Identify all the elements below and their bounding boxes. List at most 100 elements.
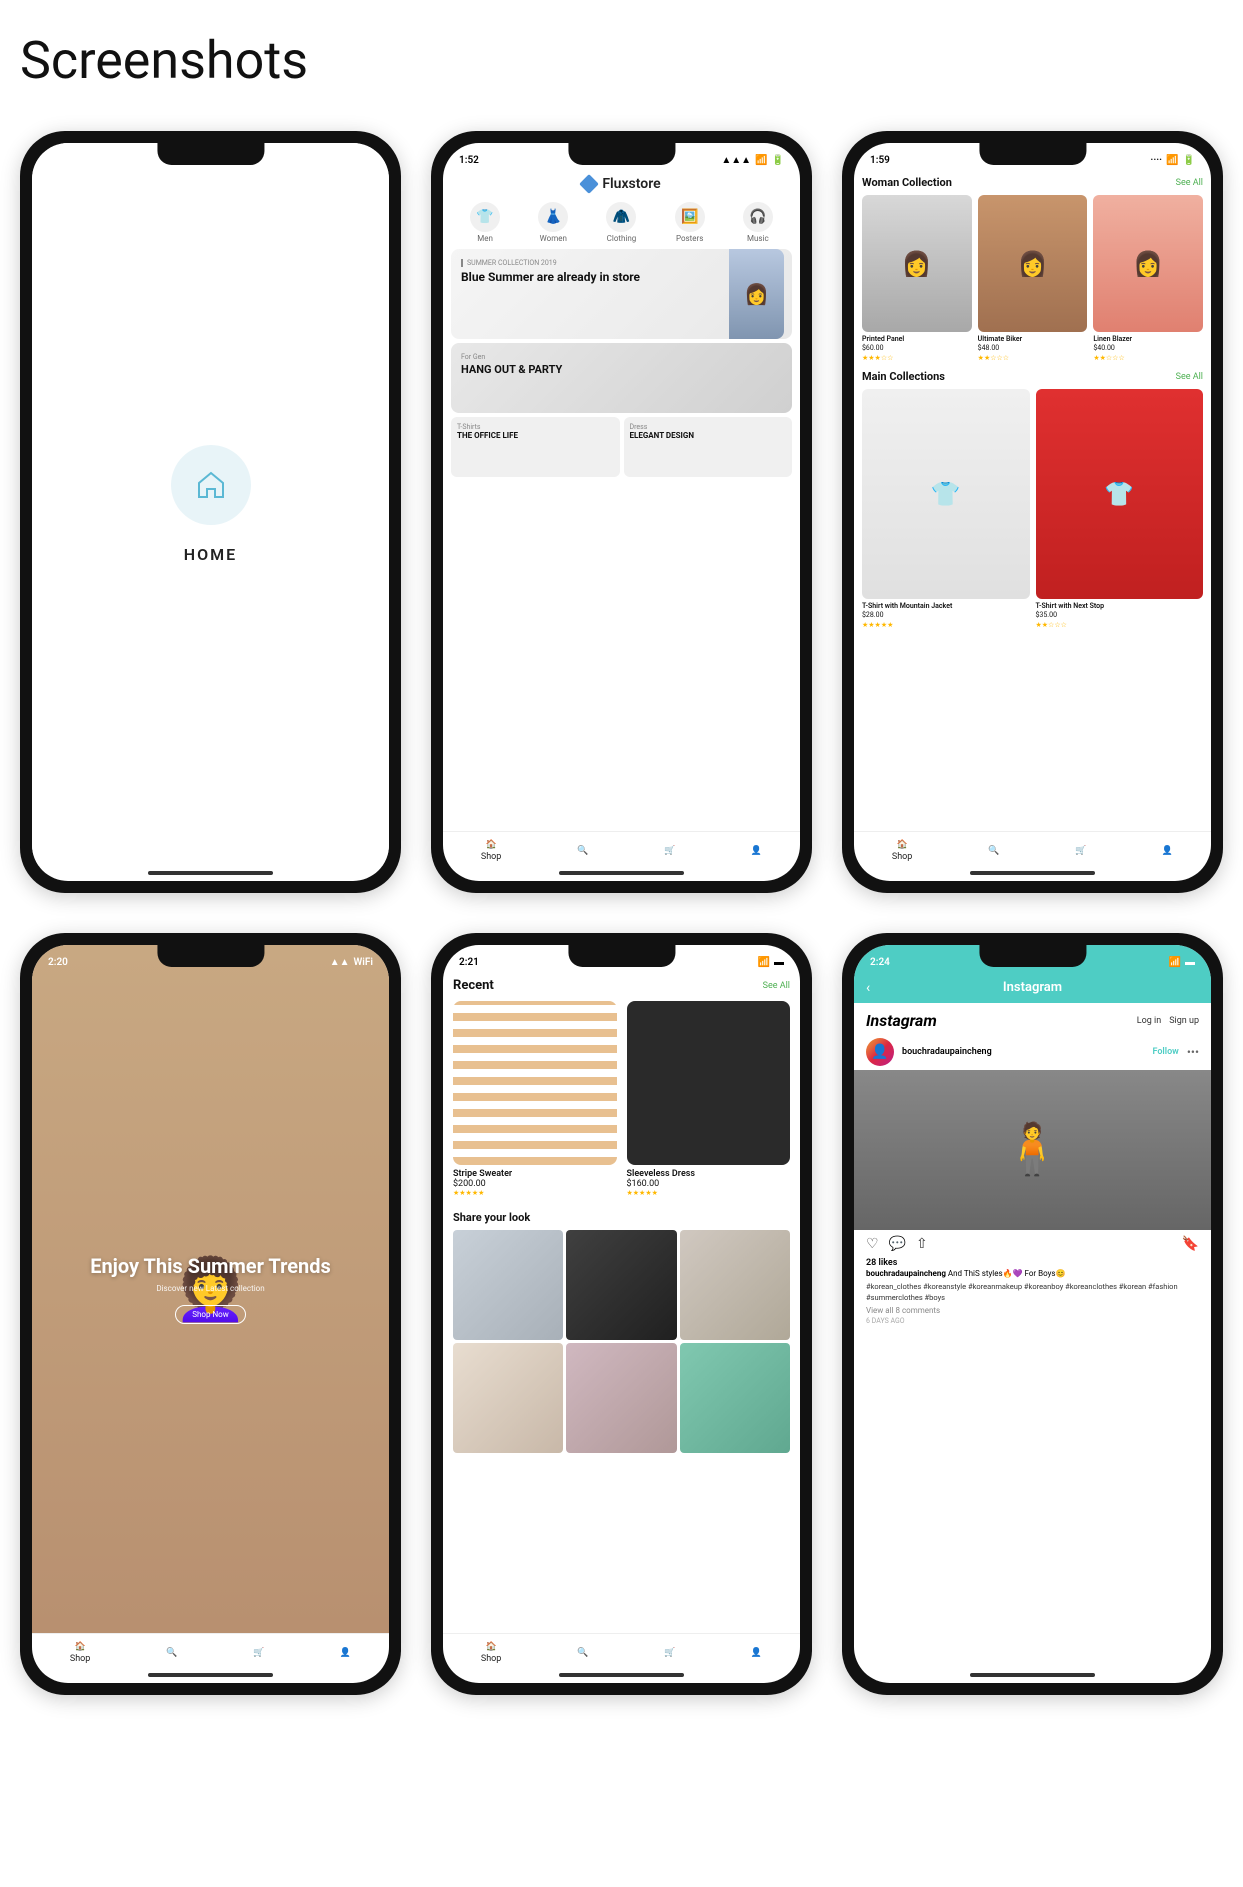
- insta-signup-btn[interactable]: Sign up: [1169, 1016, 1199, 1026]
- bottom-nav-2: 🏠 Shop 🔍 🛒 👤: [443, 831, 800, 866]
- insta-view-comments[interactable]: View all 8 comments: [854, 1306, 1211, 1317]
- nav-profile-2[interactable]: 👤: [751, 846, 762, 856]
- woman-see-all[interactable]: See All: [1176, 178, 1203, 188]
- share-grid: [453, 1230, 790, 1454]
- share-img-5[interactable]: [566, 1343, 676, 1453]
- signal-icon-4: ▲▲: [330, 957, 350, 968]
- nav-search-5[interactable]: 🔍: [577, 1648, 588, 1658]
- ultimate-biker-name: Ultimate Biker: [978, 335, 1088, 343]
- nav-cart-2[interactable]: 🛒: [664, 846, 675, 856]
- battery-icon-5: ▬: [774, 957, 784, 968]
- shop-label-5: Shop: [481, 1654, 502, 1664]
- cat-posters[interactable]: 🖼️ Posters: [675, 202, 705, 243]
- summer-sub: Discover new Latest collection: [156, 1284, 264, 1293]
- insta-likes: 28 likes: [854, 1258, 1211, 1268]
- comment-icon[interactable]: 💬: [889, 1236, 906, 1252]
- screen-summer: 👩‍🦱 Enjoy This Summer Trends Discover ne…: [32, 945, 389, 1633]
- nav-cart-5[interactable]: 🛒: [664, 1648, 675, 1658]
- main-see-all[interactable]: See All: [1176, 372, 1203, 382]
- insta-caption: bouchradaupaincheng And ThiS styles🔥💜 Fo…: [854, 1268, 1211, 1282]
- printed-panel-price: $60.00: [862, 344, 972, 352]
- recent-stripe-sweater[interactable]: Stripe Sweater $200.00 ★★★★★: [453, 1001, 617, 1197]
- nav-shop-3[interactable]: 🏠 Shop: [892, 840, 913, 862]
- ultimate-biker-stars: ★★☆☆☆: [978, 354, 1088, 362]
- share-section: Share your look: [453, 1211, 790, 1454]
- phone-notch-2: [568, 143, 675, 165]
- bookmark-icon[interactable]: 🔖: [1182, 1236, 1199, 1252]
- mini-banner-tshirts[interactable]: T-Shirts THE OFFICE LIFE: [451, 417, 620, 477]
- product-printed-panel[interactable]: 👩 Printed Panel $60.00 ★★★☆☆: [862, 195, 972, 362]
- recent-see-all[interactable]: See All: [763, 981, 790, 991]
- nav-profile-3[interactable]: 👤: [1162, 846, 1173, 856]
- ultimate-biker-img: 👩: [978, 195, 1088, 332]
- linen-blazer-price: $40.00: [1093, 344, 1203, 352]
- nav-shop-2[interactable]: 🏠 Shop: [481, 840, 502, 862]
- cat-men-label: Men: [477, 234, 493, 243]
- product-linen-blazer[interactable]: 👩 Linen Blazer $40.00 ★★☆☆☆: [1093, 195, 1203, 362]
- next-stop-stars: ★★☆☆☆: [1036, 621, 1204, 629]
- banner-hangout[interactable]: For Gen HANG OUT & PARTY: [451, 343, 792, 413]
- nav-search-2[interactable]: 🔍: [577, 846, 588, 856]
- nav-search-3[interactable]: 🔍: [988, 846, 999, 856]
- share-img-6[interactable]: [680, 1343, 790, 1453]
- mini-title-2: ELEGANT DESIGN: [630, 431, 787, 441]
- insta-dots[interactable]: •••: [1187, 1045, 1199, 1059]
- home-bar-3: [970, 871, 1095, 875]
- screen-recent: Recent See All Stripe Sweater $200.00 ★★…: [443, 972, 800, 1633]
- product-next-stop[interactable]: 👕 T-Shirt with Next Stop $35.00 ★★☆☆☆: [1036, 389, 1204, 629]
- back-icon[interactable]: ‹: [866, 980, 870, 996]
- heart-icon[interactable]: ♡: [866, 1236, 879, 1252]
- caption-username[interactable]: bouchradaupaincheng: [866, 1269, 946, 1278]
- cat-music[interactable]: 🎧 Music: [743, 202, 773, 243]
- share-img-2[interactable]: [566, 1230, 676, 1340]
- flux-logo-icon: [579, 174, 599, 194]
- search-icon-2: 🔍: [577, 846, 588, 856]
- flux-title: Fluxstore: [602, 176, 660, 192]
- insta-follow-btn[interactable]: Follow: [1152, 1047, 1178, 1057]
- main-section-header: Main Collections See All: [862, 370, 1203, 383]
- insta-user-row: 👤 bouchradaupaincheng Follow •••: [854, 1034, 1211, 1070]
- flux-content: SUMMER COLLECTION 2019 Blue Summer are a…: [443, 249, 800, 831]
- share-img-3[interactable]: [680, 1230, 790, 1340]
- printed-panel-stars: ★★★☆☆: [862, 354, 972, 362]
- recent-sleeveless-dress[interactable]: Sleeveless Dress $160.00 ★★★★★: [627, 1001, 791, 1197]
- insta-login-btn[interactable]: Log in: [1137, 1016, 1161, 1026]
- nav-profile-4[interactable]: 👤: [340, 1648, 351, 1658]
- status-icons-2: ▲▲▲ 📶 🔋: [721, 155, 784, 166]
- cat-clothing[interactable]: 🧥 Clothing: [606, 202, 636, 243]
- linen-blazer-img: 👩: [1093, 195, 1203, 332]
- cat-women[interactable]: 👗 Women: [538, 202, 568, 243]
- phone-notch-5: [568, 945, 675, 967]
- product-ultimate-biker[interactable]: 👩 Ultimate Biker $48.00 ★★☆☆☆: [978, 195, 1088, 362]
- wifi-icon-6: 📶: [1169, 957, 1181, 968]
- profile-icon-4: 👤: [340, 1648, 351, 1658]
- banner-summer[interactable]: SUMMER COLLECTION 2019 Blue Summer are a…: [451, 249, 792, 339]
- wifi-icon: 📶: [755, 155, 767, 166]
- main-products-row: 👕 T-Shirt with Mountain Jacket $28.00 ★★…: [862, 389, 1203, 629]
- share-icon[interactable]: ⇧: [916, 1236, 928, 1252]
- caption-text: And ThiS styles🔥💜 For Boys😊: [948, 1269, 1066, 1278]
- nav-cart-4[interactable]: 🛒: [253, 1648, 264, 1658]
- share-img-4[interactable]: [453, 1343, 563, 1453]
- woman-products-row: 👩 Printed Panel $60.00 ★★★☆☆ 👩 Ultimate …: [862, 195, 1203, 362]
- search-icon-3: 🔍: [988, 846, 999, 856]
- shop-icon-2: 🏠: [485, 840, 496, 850]
- nav-cart-3[interactable]: 🛒: [1075, 846, 1086, 856]
- nav-shop-4[interactable]: 🏠 Shop: [70, 1642, 91, 1664]
- cat-men[interactable]: 👕 Men: [470, 202, 500, 243]
- nav-profile-5[interactable]: 👤: [751, 1648, 762, 1658]
- summer-overlay: Enjoy This Summer Trends Discover new La…: [32, 945, 389, 1633]
- share-img-1[interactable]: [453, 1230, 563, 1340]
- mountain-jacket-price: $28.00: [862, 611, 1030, 619]
- battery-icon-6: ▬: [1185, 957, 1195, 968]
- linen-blazer-name: Linen Blazer: [1093, 335, 1203, 343]
- cart-icon-5: 🛒: [664, 1648, 675, 1658]
- summer-shop-btn[interactable]: Shop Now: [175, 1305, 245, 1324]
- nav-search-4[interactable]: 🔍: [166, 1648, 177, 1658]
- product-mountain-jacket[interactable]: 👕 T-Shirt with Mountain Jacket $28.00 ★★…: [862, 389, 1030, 629]
- mini-banner-dress[interactable]: Dress ELEGANT DESIGN: [624, 417, 793, 477]
- insta-username[interactable]: bouchradaupaincheng: [902, 1047, 1144, 1057]
- cat-clothing-icon: 🧥: [606, 202, 636, 232]
- home-bar-2: [559, 871, 684, 875]
- nav-shop-5[interactable]: 🏠 Shop: [481, 1642, 502, 1664]
